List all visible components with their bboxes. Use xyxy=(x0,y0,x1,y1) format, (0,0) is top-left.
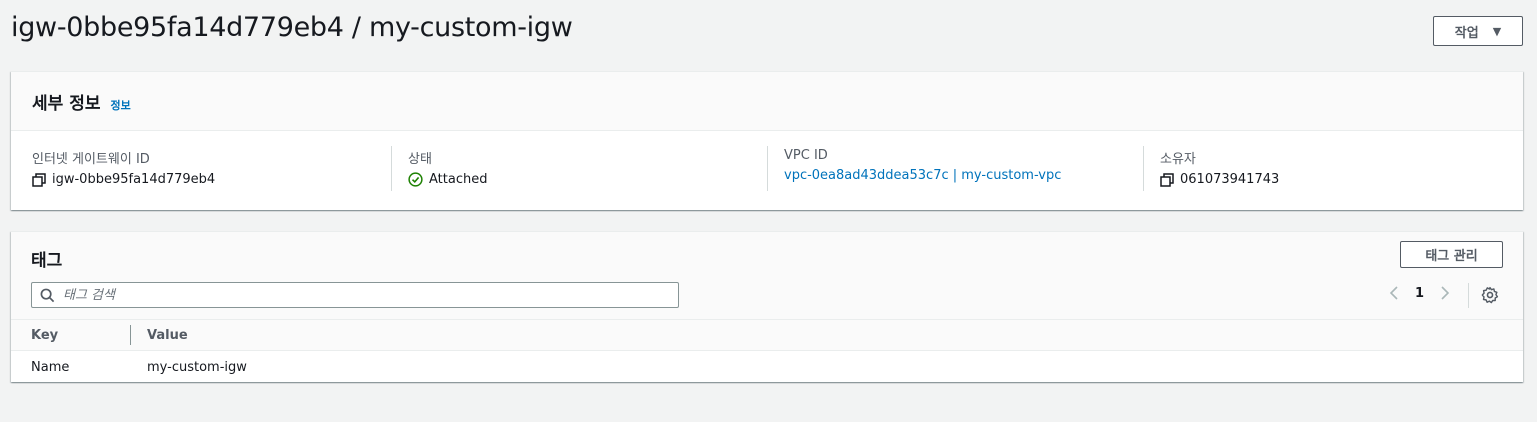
vpc-id-link[interactable]: vpc-0ea8ad43ddea53c7c | my-custom-vpc xyxy=(784,168,1061,183)
field-label: VPC ID xyxy=(784,148,828,163)
page-title: igw-0bbe95fa14d779eb4 / my-custom-igw xyxy=(11,12,573,43)
field-vpc-id: VPC ID vpc-0ea8ad43ddea53c7c | my-custom… xyxy=(784,148,1061,183)
tags-title: 태그 xyxy=(31,251,63,271)
tag-search-field[interactable] xyxy=(31,282,679,308)
field-label: 상태 xyxy=(408,152,432,167)
divider xyxy=(767,146,768,191)
field-igw-id: 인터넷 게이트웨이 ID igw-0bbe95fa14d779eb4 xyxy=(32,148,215,187)
details-panel-header: 세부 정보 정보 xyxy=(11,72,1523,131)
divider xyxy=(391,146,392,191)
tags-panel: 태그 태그 관리 1 xyxy=(11,231,1523,382)
field-label: 소유자 xyxy=(1160,152,1196,167)
column-header-key[interactable]: Key xyxy=(31,328,58,343)
column-header-value[interactable]: Value xyxy=(147,328,188,343)
tags-table-header: Key Value xyxy=(11,320,1523,351)
divider xyxy=(1468,283,1469,308)
details-title: 세부 정보 xyxy=(32,94,101,114)
field-owner: 소유자 061073941743 xyxy=(1160,148,1279,187)
field-value-row: vpc-0ea8ad43ddea53c7c | my-custom-vpc xyxy=(784,168,1061,183)
search-icon xyxy=(40,288,55,302)
details-panel: 세부 정보 정보 인터넷 게이트웨이 ID igw-0bbe95fa14d779… xyxy=(11,71,1523,210)
field-label: 인터넷 게이트웨이 ID xyxy=(32,152,150,167)
info-link[interactable]: 정보 xyxy=(110,97,130,113)
igw-details-page: igw-0bbe95fa14d779eb4 / my-custom-igw 작업… xyxy=(0,0,1537,422)
column-resizer[interactable] xyxy=(130,325,131,345)
tag-search-input[interactable] xyxy=(63,287,643,303)
gear-icon[interactable] xyxy=(1481,286,1499,304)
tags-panel-header: 태그 태그 관리 1 xyxy=(11,232,1523,320)
check-circle-icon xyxy=(408,172,423,187)
copy-icon[interactable] xyxy=(1160,172,1174,187)
owner-value: 061073941743 xyxy=(1180,172,1280,187)
tag-key-cell: Name xyxy=(31,360,70,375)
field-state: 상태 Attached xyxy=(408,148,487,187)
chevron-left-icon[interactable] xyxy=(1389,285,1399,301)
igw-id-value: igw-0bbe95fa14d779eb4 xyxy=(52,172,216,187)
actions-dropdown-button[interactable]: 작업 ▼ xyxy=(1433,16,1523,46)
field-value-row: Attached xyxy=(408,172,487,187)
field-value-row: 061073941743 xyxy=(1160,172,1279,187)
tag-value-cell: my-custom-igw xyxy=(147,360,247,375)
actions-label: 작업 xyxy=(1454,25,1479,41)
table-row: Name my-custom-igw xyxy=(11,351,1523,383)
caret-down-icon: ▼ xyxy=(1492,24,1502,38)
copy-icon[interactable] xyxy=(32,172,46,187)
chevron-right-icon[interactable] xyxy=(1440,285,1450,301)
field-value-row: igw-0bbe95fa14d779eb4 xyxy=(32,172,215,187)
status-badge: Attached xyxy=(429,172,488,187)
pagination: 1 xyxy=(1389,285,1450,301)
details-fields: 인터넷 게이트웨이 ID igw-0bbe95fa14d779eb4 상태 At… xyxy=(11,131,1523,210)
divider xyxy=(1143,146,1144,191)
page-number[interactable]: 1 xyxy=(1415,286,1424,301)
manage-tags-button[interactable]: 태그 관리 xyxy=(1400,241,1503,268)
